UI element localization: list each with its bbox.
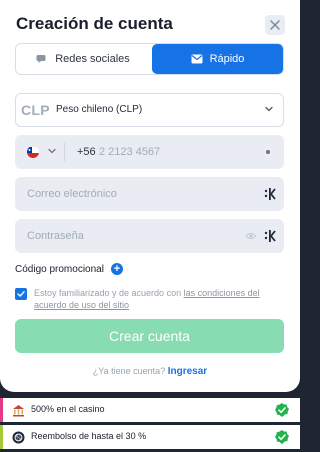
close-button[interactable] [265,15,285,35]
chevron-down-icon[interactable] [47,146,57,156]
verified-check-icon [275,430,289,444]
login-question: ¿Ya tiene cuenta? [92,366,168,376]
chat-bubbles-icon [36,55,46,63]
email-field[interactable]: Correo electrónico [15,177,284,211]
terms-checkbox[interactable] [15,288,27,300]
checkmark-icon [17,291,25,297]
plus-icon[interactable]: + [110,263,123,275]
login-link[interactable]: Ingresar [168,366,207,377]
status-dot-icon [266,150,270,154]
terms-text-prefix: Estoy familiarizado y de acuerdo con [34,288,184,298]
bonus-casino-text: 500% en el casino [31,404,105,414]
phone-divider [64,143,65,161]
create-account-button[interactable]: Crear cuenta [15,319,284,353]
verified-check-icon [275,403,289,417]
currency-select[interactable]: CLP Peso chileno (CLP) [15,93,284,127]
close-icon [270,20,280,30]
bonus-cashback[interactable]: % Reembolso de hasta el 30 % [0,425,300,449]
registration-tabs: Redes sociales Rápido [15,43,284,75]
chevron-down-icon [265,106,273,112]
registration-modal: Creación de cuenta Redes sociales Rápido… [0,0,300,392]
password-input[interactable]: Contraseña [27,230,84,242]
envelope-icon [191,54,203,64]
cashback-icon: % [11,430,25,444]
bonus-casino[interactable]: 500% en el casino [0,398,300,422]
phone-prefix: +56 [77,146,96,158]
phone-field[interactable]: +56 2 2123 4567 [15,135,284,169]
currency-code: CLP [21,102,50,118]
eye-icon[interactable] [245,231,257,241]
modal-title: Creación de cuenta [16,14,173,33]
terms-text: Estoy familiarizado y de acuerdo con las… [34,287,274,311]
svg-text:%: % [15,435,20,441]
promo-code-toggle[interactable]: Código promocional + [15,263,123,275]
tab-fast-label: Rápido [209,53,245,65]
tab-social-label: Redes sociales [55,53,130,65]
password-manager-icon[interactable] [264,187,278,201]
login-prompt: ¿Ya tiene cuenta? Ingresar [0,366,300,377]
email-input[interactable]: Correo electrónico [27,188,117,200]
password-field[interactable]: Contraseña [15,219,284,253]
password-manager-icon[interactable] [264,229,278,243]
chile-flag-icon[interactable] [27,146,39,158]
tab-social-networks[interactable]: Redes sociales [16,44,150,74]
currency-name: Peso chileno (CLP) [56,104,143,115]
promo-code-label: Código promocional [15,263,104,275]
tab-fast[interactable]: Rápido [152,44,283,74]
casino-icon [11,403,25,417]
bonus-cashback-text: Reembolso de hasta el 30 % [31,431,147,441]
phone-input[interactable]: 2 2123 4567 [99,146,160,158]
